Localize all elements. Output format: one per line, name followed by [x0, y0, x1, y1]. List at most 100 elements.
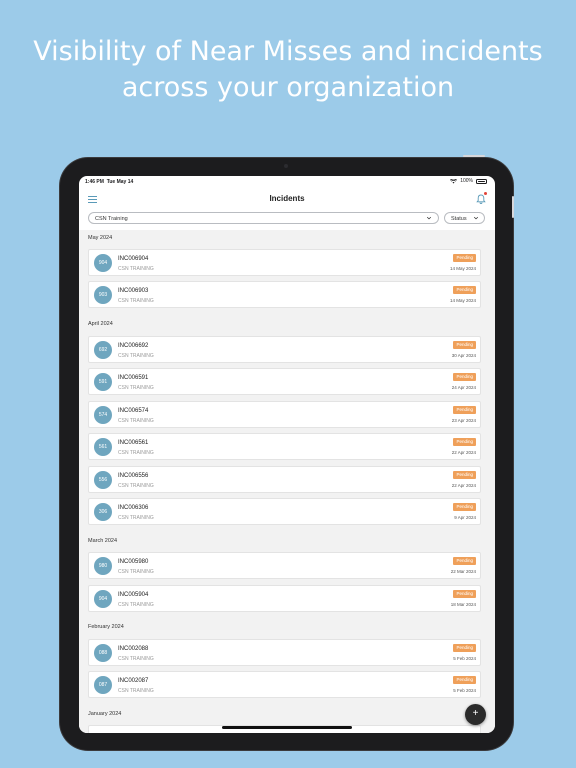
status-badge: Pending: [453, 503, 476, 511]
status-badge: Pending: [453, 590, 476, 598]
marketing-headline: Visibility of Near Misses and incidents …: [0, 34, 576, 106]
incident-avatar: 556: [94, 471, 112, 489]
status-badge: Pending: [453, 406, 476, 414]
incident-list[interactable]: May 2024 904 INC006904 CSN TRAINING Pend…: [79, 230, 495, 733]
incident-id: INC006556: [118, 473, 149, 479]
page-title: Incidents: [269, 194, 305, 203]
incident-id: INC006574: [118, 408, 149, 414]
headline-line-1: Visibility of Near Misses and incidents: [33, 36, 543, 67]
incident-date: 14 May 2024: [449, 266, 476, 271]
incident-org: CSN TRAINING: [118, 656, 154, 662]
plus-icon: +: [472, 708, 479, 719]
status-right: 100%: [450, 178, 487, 184]
battery-icon: [476, 178, 487, 184]
incident-id: INC002087: [118, 678, 149, 684]
status-badge: Pending: [453, 438, 476, 446]
status-badge: Pending: [453, 471, 476, 479]
incident-date: 30 Apr 2024: [451, 353, 476, 358]
incident-id: INC006692: [118, 343, 149, 349]
incident-avatar: 306: [94, 503, 112, 521]
filter-bar: CSN Training Status: [88, 212, 488, 226]
incident-avatar: 904: [94, 254, 112, 272]
incident-org: CSN TRAINING: [118, 688, 154, 694]
wifi-icon: [450, 178, 458, 183]
home-indicator[interactable]: [222, 726, 352, 729]
incident-card[interactable]: 591 INC006591 CSN TRAINING Pending 24 Ap…: [88, 368, 481, 395]
incident-date: 22 Mar 2024: [450, 569, 476, 574]
status-badge: Pending: [453, 286, 476, 294]
power-button: [463, 155, 485, 157]
incident-id: INC006591: [118, 375, 149, 381]
incident-org: CSN TRAINING: [118, 353, 154, 359]
incident-org: CSN TRAINING: [118, 266, 154, 272]
chevron-down-icon: [473, 216, 479, 220]
incident-avatar: 591: [94, 373, 112, 391]
incident-date: 23 Apr 2024: [451, 418, 476, 423]
incident-org: CSN TRAINING: [118, 515, 154, 521]
headline-line-2: across your organization: [121, 72, 455, 103]
incident-org: CSN TRAINING: [118, 385, 154, 391]
incident-card[interactable]: 306 INC006306 CSN TRAINING Pending 9 Apr…: [88, 498, 481, 525]
incident-card[interactable]: 087 INC002087 CSN TRAINING Pending 5 Feb…: [88, 671, 481, 698]
app-screen: 1:46 PM Tue May 14 100% Incidents CSN Tr: [79, 176, 495, 733]
battery-percent: 100%: [460, 178, 473, 184]
status-filter-label: Status: [451, 215, 467, 222]
status-badge: Pending: [453, 676, 476, 684]
chevron-down-icon: [426, 216, 432, 220]
camera-icon: [284, 164, 288, 168]
incident-org: CSN TRAINING: [118, 418, 154, 424]
incident-org: CSN TRAINING: [118, 569, 154, 575]
incident-id: INC002088: [118, 646, 149, 652]
month-header: January 2024: [88, 711, 122, 717]
add-incident-button[interactable]: +: [465, 704, 486, 725]
incident-date: 18 Mar 2024: [450, 602, 476, 607]
incident-date: 22 Apr 2024: [451, 450, 476, 455]
status-bar: 1:46 PM Tue May 14 100%: [79, 176, 495, 188]
bell-icon[interactable]: [475, 192, 487, 204]
month-header: April 2024: [88, 321, 113, 327]
incident-org: CSN TRAINING: [118, 602, 154, 608]
incident-date: 24 Apr 2024: [451, 385, 476, 390]
status-badge: Pending: [453, 644, 476, 652]
incident-avatar: 692: [94, 341, 112, 359]
month-header: February 2024: [88, 624, 124, 630]
group-dropdown-value: CSN Training: [95, 215, 128, 222]
incident-id: INC006903: [118, 288, 149, 294]
month-header: May 2024: [88, 235, 113, 241]
status-badge: Pending: [453, 341, 476, 349]
status-badge: Pending: [453, 373, 476, 381]
incident-card[interactable]: 556 INC006556 CSN TRAINING Pending 22 Ap…: [88, 466, 481, 493]
incident-id: INC006561: [118, 440, 149, 446]
incident-date: 5 Feb 2024: [453, 688, 476, 693]
incident-id: INC005980: [118, 559, 149, 565]
incident-org: CSN TRAINING: [118, 450, 154, 456]
incident-id: INC005904: [118, 592, 149, 598]
incident-org: CSN TRAINING: [118, 483, 154, 489]
status-badge: Pending: [453, 254, 476, 262]
status-filter-button[interactable]: Status: [444, 212, 485, 224]
status-time: 1:46 PM Tue May 14: [85, 179, 134, 185]
incident-date: 22 Apr 2024: [451, 483, 476, 488]
incident-avatar: 088: [94, 644, 112, 662]
incident-date: 14 May 2024: [449, 298, 476, 303]
incident-card[interactable]: 903 INC006903 CSN TRAINING Pending 14 Ma…: [88, 281, 481, 308]
incident-avatar: 574: [94, 406, 112, 424]
incident-date: 9 Apr 2024: [454, 515, 476, 520]
incident-card[interactable]: 561 INC006561 CSN TRAINING Pending 22 Ap…: [88, 433, 481, 460]
status-badge: Pending: [453, 557, 476, 565]
incident-avatar: 904: [94, 590, 112, 608]
incident-avatar: 561: [94, 438, 112, 456]
incident-id: INC006306: [118, 505, 149, 511]
incident-card[interactable]: 904 INC005904 CSN TRAINING Pending 18 Ma…: [88, 585, 481, 612]
notification-dot: [484, 192, 487, 195]
incident-card[interactable]: 088 INC002088 CSN TRAINING Pending 5 Feb…: [88, 639, 481, 666]
incident-card[interactable]: 904 INC006904 CSN TRAINING Pending 14 Ma…: [88, 249, 481, 276]
incident-card[interactable]: 692 INC006692 CSN TRAINING Pending 30 Ap…: [88, 336, 481, 363]
incident-org: CSN TRAINING: [118, 298, 154, 304]
incident-card[interactable]: 980 INC005980 CSN TRAINING Pending 22 Ma…: [88, 552, 481, 579]
incident-card[interactable]: 574 INC006574 CSN TRAINING Pending 23 Ap…: [88, 401, 481, 428]
group-dropdown[interactable]: CSN Training: [88, 212, 439, 224]
incident-date: 5 Feb 2024: [453, 656, 476, 661]
volume-button: [512, 196, 514, 218]
nav-bar: Incidents: [79, 188, 495, 212]
